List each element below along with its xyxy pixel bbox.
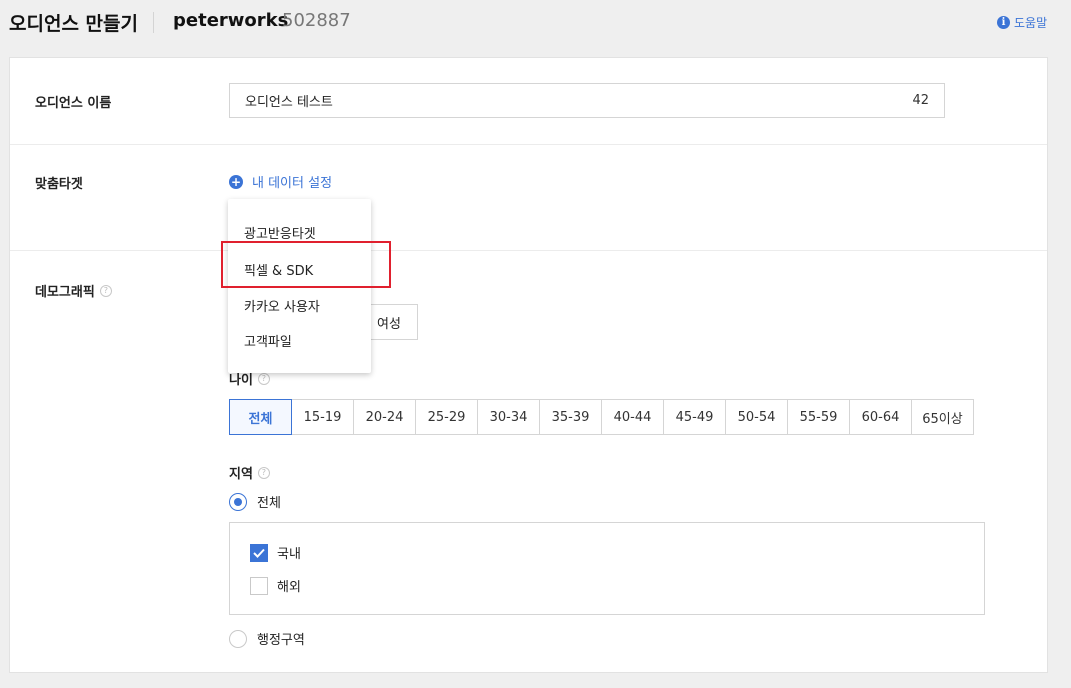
region-label: 지역 ? <box>229 463 270 482</box>
add-my-data-label: 내 데이터 설정 <box>252 176 333 191</box>
dropdown-item-ad-response[interactable]: 광고반응타겟 <box>244 223 316 242</box>
age-option-10[interactable]: 60-64 <box>849 399 912 435</box>
row-divider <box>10 144 1047 145</box>
dropdown-item-customer-file[interactable]: 고객파일 <box>244 331 292 350</box>
audience-name-value: 오디언스 테스트 <box>245 95 333 110</box>
page-header: 오디언스 만들기 peterworks 502887 i 도움말 <box>0 0 1071 44</box>
region-domestic-label: 국내 <box>277 547 301 562</box>
checkbox-checked-icon <box>250 543 268 562</box>
age-options: 전체 15-19 20-24 25-29 30-34 35-39 40-44 45-49 50-… <box>229 399 974 435</box>
account-id: 502887 <box>282 10 351 31</box>
help-link[interactable]: i 도움말 <box>997 14 1047 31</box>
region-all-radio[interactable]: 전체 <box>229 492 281 511</box>
age-option-0[interactable]: 전체 <box>229 399 292 435</box>
checkbox-unchecked-icon <box>250 576 268 595</box>
my-data-dropdown-menu: 광고반응타겟 픽셀 & SDK 카카오 사용자 고객파일 <box>228 199 371 373</box>
region-options-box: 국내 해외 <box>229 522 985 615</box>
age-option-3[interactable]: 25-29 <box>415 399 478 435</box>
dropdown-item-pixel-sdk[interactable]: 픽셀 & SDK <box>244 260 313 279</box>
region-overseas-label: 해외 <box>277 580 301 595</box>
age-option-7[interactable]: 45-49 <box>663 399 726 435</box>
region-domestic-checkbox[interactable]: 국내 <box>250 543 301 562</box>
help-label: 도움말 <box>1014 16 1048 30</box>
audience-name-label: 오디언스 이름 <box>35 92 111 111</box>
add-my-data-button[interactable]: + 내 데이터 설정 <box>229 172 332 191</box>
audience-form-card: 오디언스 이름 오디언스 테스트 42 맞춤타겟 + 내 데이터 설정 데모그래… <box>9 57 1048 673</box>
age-option-6[interactable]: 40-44 <box>601 399 664 435</box>
region-admin-label: 행정구역 <box>257 633 305 648</box>
age-option-5[interactable]: 35-39 <box>539 399 602 435</box>
radio-selected-icon <box>229 492 247 511</box>
region-overseas-checkbox[interactable]: 해외 <box>250 576 301 595</box>
custom-target-label-text: 맞춤타겟 <box>35 177 83 192</box>
demographic-label-text: 데모그래픽 <box>35 285 95 300</box>
age-option-4[interactable]: 30-34 <box>477 399 540 435</box>
help-question-icon[interactable]: ? <box>257 466 270 479</box>
age-option-8[interactable]: 50-54 <box>725 399 788 435</box>
help-question-icon[interactable]: ? <box>257 372 270 385</box>
audience-name-label-text: 오디언스 이름 <box>35 96 112 111</box>
account-name: peterworks <box>173 10 289 31</box>
custom-target-label: 맞춤타겟 <box>35 173 83 192</box>
page-title: 오디언스 만들기 <box>9 13 138 35</box>
region-admin-radio[interactable]: 행정구역 <box>229 629 305 648</box>
info-icon: i <box>997 16 1010 29</box>
radio-unselected-icon <box>229 629 247 648</box>
help-question-icon[interactable]: ? <box>99 284 112 297</box>
age-option-9[interactable]: 55-59 <box>787 399 850 435</box>
header-divider <box>153 12 154 33</box>
char-counter: 42 <box>912 93 929 108</box>
age-option-1[interactable]: 15-19 <box>291 399 354 435</box>
row-divider <box>10 250 1047 251</box>
region-label-text: 지역 <box>229 467 253 482</box>
age-option-2[interactable]: 20-24 <box>353 399 416 435</box>
region-all-label: 전체 <box>257 496 281 511</box>
age-option-11[interactable]: 65이상 <box>911 399 974 435</box>
plus-icon: + <box>229 174 243 189</box>
dropdown-item-kakao-user[interactable]: 카카오 사용자 <box>244 296 320 315</box>
demographic-label: 데모그래픽 ? <box>35 281 112 300</box>
audience-name-input[interactable]: 오디언스 테스트 42 <box>229 83 945 118</box>
